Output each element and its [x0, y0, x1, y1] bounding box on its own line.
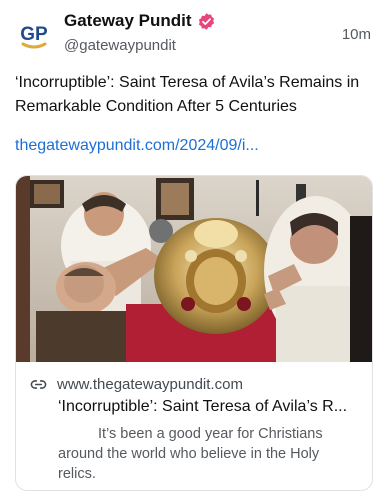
avatar-letters: GP	[20, 24, 48, 45]
post-timestamp[interactable]: 10m	[342, 26, 371, 43]
card-description: It’s been a good year for Christians aro…	[58, 426, 323, 482]
card-image[interactable]	[16, 176, 372, 362]
card-domain-row: www.thegatewaypundit.com	[30, 376, 243, 393]
post-text: ‘Incorruptible’: Saint Teresa of Avila’s…	[15, 74, 360, 115]
card-domain: www.thegatewaypundit.com	[57, 376, 243, 393]
post-link[interactable]: thegatewaypundit.com/2024/09/i...	[15, 137, 259, 155]
author-handle[interactable]: @gatewaypundit	[64, 37, 176, 54]
link-preview-card[interactable]: www.thegatewaypundit.com ‘Incorruptible’…	[15, 175, 373, 491]
author-name[interactable]: Gateway Pundit	[64, 11, 192, 31]
gateway-pundit-logo: GP	[14, 14, 54, 54]
avatar[interactable]: GP	[14, 14, 54, 54]
link-icon	[30, 376, 47, 393]
verified-badge-icon	[197, 12, 216, 31]
author-name-row[interactable]: Gateway Pundit	[64, 11, 216, 31]
card-title[interactable]: ‘Incorruptible’: Saint Teresa of Avila’s…	[58, 398, 363, 416]
